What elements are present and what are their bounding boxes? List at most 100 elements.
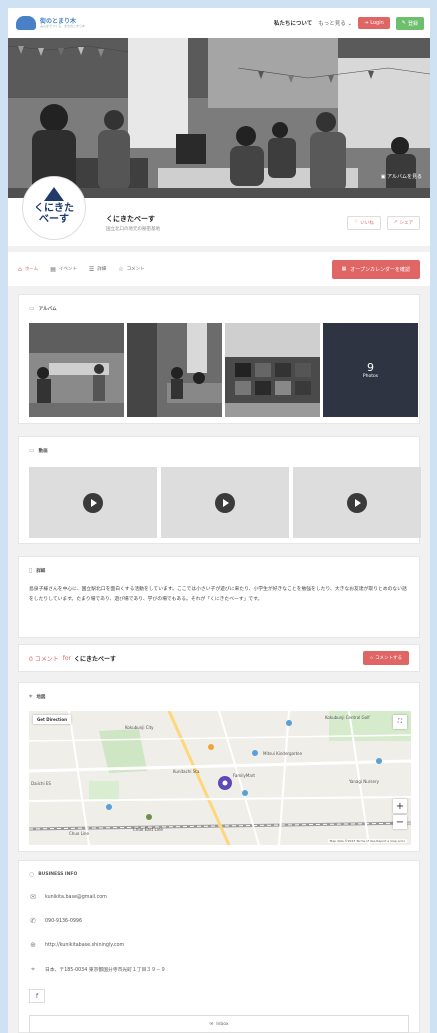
get-direction-button[interactable]: Get Direction (33, 715, 71, 724)
nav-about-link[interactable]: 私たちについて (274, 19, 312, 27)
phone-row[interactable]: ✆ 090-9136-0996 (29, 917, 82, 925)
like-button[interactable]: ♡ いいね (347, 216, 381, 230)
mail-icon: ✉ (30, 893, 36, 901)
video-icon: ▭ (29, 447, 35, 454)
comment-count: 0 コメント (29, 655, 59, 663)
album-photos-label: Photos (362, 374, 379, 379)
list-icon: ☰ (88, 265, 95, 273)
video-thumbnail[interactable] (161, 467, 289, 538)
business-info-card: ○ BUSINESS INFO ✉ kunikita.base@gmail.com … (18, 860, 420, 1033)
map-view[interactable]: Get Direction ⛶ + − Kokubunji City Kokub… (29, 711, 411, 845)
zoom-in-button[interactable]: + (393, 799, 407, 813)
album-photo[interactable] (29, 323, 124, 417)
business-info-title: BUSINESS INFO (38, 872, 78, 877)
album-title: アルバム (38, 306, 57, 312)
website-value[interactable]: http://kunikitabase.shiningly.com (45, 943, 124, 948)
globe-icon: ⊕ (30, 941, 36, 949)
write-comment-button[interactable]: ☆ コメントする (362, 651, 409, 665)
logo-subtext: みんなでつくる、まちのとまり木 (40, 23, 85, 28)
share-button[interactable]: ↗ シェア (386, 216, 420, 230)
detail-card: ▯ 詳細 島泉子様さんを中心に、国立駅北口を面白くする活動をしています。ここでは小… (18, 556, 420, 638)
open-calendar-button[interactable]: ▦ オープンカレンダーを確認 (331, 259, 420, 279)
album-card: ▭ アルバム 9 Photos (18, 294, 420, 424)
listing-subtitle: 国立北口の地元の秘密基地 (106, 227, 160, 232)
phone-icon: ✆ (30, 917, 36, 925)
phone-value[interactable]: 090-9136-0996 (45, 919, 82, 924)
page: 街のとまり木 みんなでつくる、まちのとまり木 私たちについて もっと見る ⌄ ⇥… (8, 8, 430, 1033)
login-icon: ⇥ (364, 20, 369, 26)
logo-mark-icon (16, 16, 36, 30)
listing-tabs: ⌂ ホーム ▤ イベント ☰ 詳細 ☆ コメント ▦ オープンカレンダーを確認 (8, 252, 430, 286)
tent-icon (44, 187, 64, 201)
video-thumbnail[interactable] (29, 467, 157, 538)
profile-bar: くにきた べーす くにきたべーす 国立北口の地元の秘密基地 ♡ いいね ↗ シェア (8, 176, 430, 246)
map-label: Chuo Line (69, 831, 89, 836)
star-icon: ☆ (118, 265, 124, 273)
calendar-icon: ▤ (50, 265, 56, 273)
address-row: ⌖ 日本、〒185-0034 東京都国分寺市光町１丁目３９－９ (29, 965, 166, 974)
register-icon: ✎ (401, 20, 406, 26)
facebook-icon[interactable]: f (29, 989, 45, 1003)
map-label: Mitsui Kindergarten (263, 751, 303, 756)
map-pin-icon: ⌖ (31, 965, 35, 973)
album-photo-count: 9 (367, 361, 374, 374)
document-icon: ▯ (29, 567, 33, 574)
map-label: Daiichi ES (31, 781, 51, 786)
site-logo[interactable]: 街のとまり木 みんなでつくる、まちのとまり木 (16, 16, 85, 30)
videos-card: ▭ 動画 (18, 436, 421, 544)
play-icon[interactable] (215, 492, 235, 513)
cover-photo: ▣ アルバムを見る (8, 38, 430, 198)
calendar-icon: ▦ (341, 266, 347, 272)
inbox-icon: ✉ (209, 1021, 214, 1027)
video-thumbnail[interactable] (293, 467, 421, 538)
album-photo[interactable] (225, 323, 320, 417)
email-row[interactable]: ✉ kunikita.base@gmail.com (29, 893, 107, 901)
map-label: FamilyMart (233, 773, 255, 778)
nav-more-link[interactable]: もっと見る ⌄ (318, 19, 352, 27)
login-button[interactable]: ⇥ Login (358, 17, 390, 29)
avatar-text-line1: くにきた (34, 203, 74, 214)
tab-home[interactable]: ⌂ ホーム (18, 266, 38, 273)
map-title: 地図 (36, 695, 46, 700)
avatar-text-line2: べーす (39, 214, 69, 225)
play-icon[interactable] (83, 492, 103, 513)
star-icon: ☆ (369, 656, 374, 661)
map-label: Kunitachi Sta. (173, 769, 201, 774)
tab-comments[interactable]: ☆ コメント (118, 266, 144, 273)
map-label: Yanagi Nursery (349, 779, 379, 784)
comment-for-label: for (62, 654, 71, 662)
comment-listing-name: くにきたべーす (73, 655, 116, 663)
website-row[interactable]: ⊕ http://kunikitabase.shiningly.com (29, 941, 124, 949)
album-more-photos[interactable]: 9 Photos (323, 323, 418, 417)
map-card: ⌖ 地図 Get Direction ⛶ + − Kokubunji City … (18, 682, 420, 852)
detail-text: 島泉子様さんを中心に、国立駅北口を面白くする活動をしています。ここでは小さい子が… (29, 587, 407, 602)
fullscreen-icon[interactable]: ⛶ (393, 715, 407, 729)
tab-events[interactable]: ▤ イベント (50, 266, 77, 273)
map-label: Kokubunji City (125, 725, 154, 730)
image-icon: ▭ (29, 305, 35, 312)
address-value: 日本、〒185-0034 東京都国分寺市光町１丁目３９－９ (45, 968, 166, 973)
videos-title: 動画 (38, 448, 48, 454)
album-photo[interactable] (127, 323, 222, 417)
tab-detail[interactable]: ☰ 詳細 (89, 266, 106, 273)
image-icon: ▣ (380, 174, 386, 180)
register-button[interactable]: ✎ 登録 (395, 16, 424, 30)
map-label: Chuo East Line (133, 827, 163, 832)
detail-title: 詳細 (36, 568, 46, 574)
heart-icon: ♡ (354, 220, 359, 225)
play-icon[interactable] (347, 492, 367, 513)
zoom-out-button[interactable]: − (393, 815, 407, 829)
home-icon: ⌂ (18, 265, 22, 273)
map-pin-icon: ⌖ (29, 693, 33, 700)
share-icon: ↗ (393, 220, 398, 225)
comment-bar: 0 コメント for くにきたべーす ☆ コメントする (18, 644, 420, 672)
map-label: Kokubunji Central Golf (325, 715, 370, 720)
avatar: くにきた べーす (22, 176, 86, 240)
view-album-link[interactable]: ▣ アルバムを見る (381, 173, 422, 180)
listing-name: くにきたべーす (106, 215, 155, 223)
info-icon: ○ (29, 871, 35, 878)
site-header: 街のとまり木 みんなでつくる、まちのとまり木 私たちについて もっと見る ⌄ ⇥… (8, 8, 430, 38)
inbox-button[interactable]: ✉ Inbox (29, 1015, 409, 1033)
map-footer[interactable]: Map data ©2023 Terms of Use Report a map… (327, 839, 407, 843)
email-value[interactable]: kunikita.base@gmail.com (45, 895, 107, 900)
